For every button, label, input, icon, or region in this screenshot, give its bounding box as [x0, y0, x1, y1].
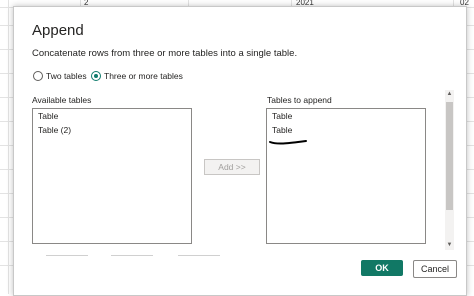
- radio-unchecked-icon[interactable]: [33, 71, 43, 81]
- handwritten-underline-mark: [269, 140, 307, 145]
- cancel-button[interactable]: Cancel: [413, 260, 457, 278]
- available-tables-list[interactable]: Table Table (2): [32, 108, 192, 244]
- ok-button[interactable]: OK: [361, 260, 403, 276]
- grid-line: [8, 0, 9, 294]
- radio-checked-icon[interactable]: [91, 71, 101, 81]
- partial-control[interactable]: [178, 255, 220, 266]
- tables-to-append-list[interactable]: Table Table: [266, 108, 426, 244]
- partial-control[interactable]: [46, 255, 88, 266]
- partial-control[interactable]: [111, 255, 153, 266]
- radio-two-tables-label: Two tables: [46, 71, 87, 81]
- dialog-title: Append: [32, 22, 84, 39]
- list-item[interactable]: Table: [33, 109, 191, 123]
- ink-stroke: [269, 140, 307, 145]
- append-dialog: Append Concatenate rows from three or mo…: [13, 6, 467, 296]
- radio-three-or-more-label: Three or more tables: [104, 71, 183, 81]
- radio-three-or-more-tables[interactable]: Three or more tables: [91, 70, 183, 82]
- dialog-description: Concatenate rows from three or more tabl…: [32, 48, 298, 59]
- scroll-down-arrow-icon[interactable]: ▼: [445, 241, 454, 250]
- scrollbar[interactable]: ▲ ▼: [445, 90, 454, 250]
- radio-two-tables[interactable]: Two tables: [33, 70, 87, 82]
- add-button[interactable]: Add >>: [204, 159, 260, 175]
- scrollbar-thumb[interactable]: [446, 102, 453, 210]
- list-item[interactable]: Table: [267, 109, 425, 123]
- list-item[interactable]: Table (2): [33, 123, 191, 137]
- available-tables-label: Available tables: [32, 95, 92, 105]
- tables-to-append-label: Tables to append: [267, 95, 332, 105]
- scroll-up-arrow-icon[interactable]: ▲: [445, 90, 454, 99]
